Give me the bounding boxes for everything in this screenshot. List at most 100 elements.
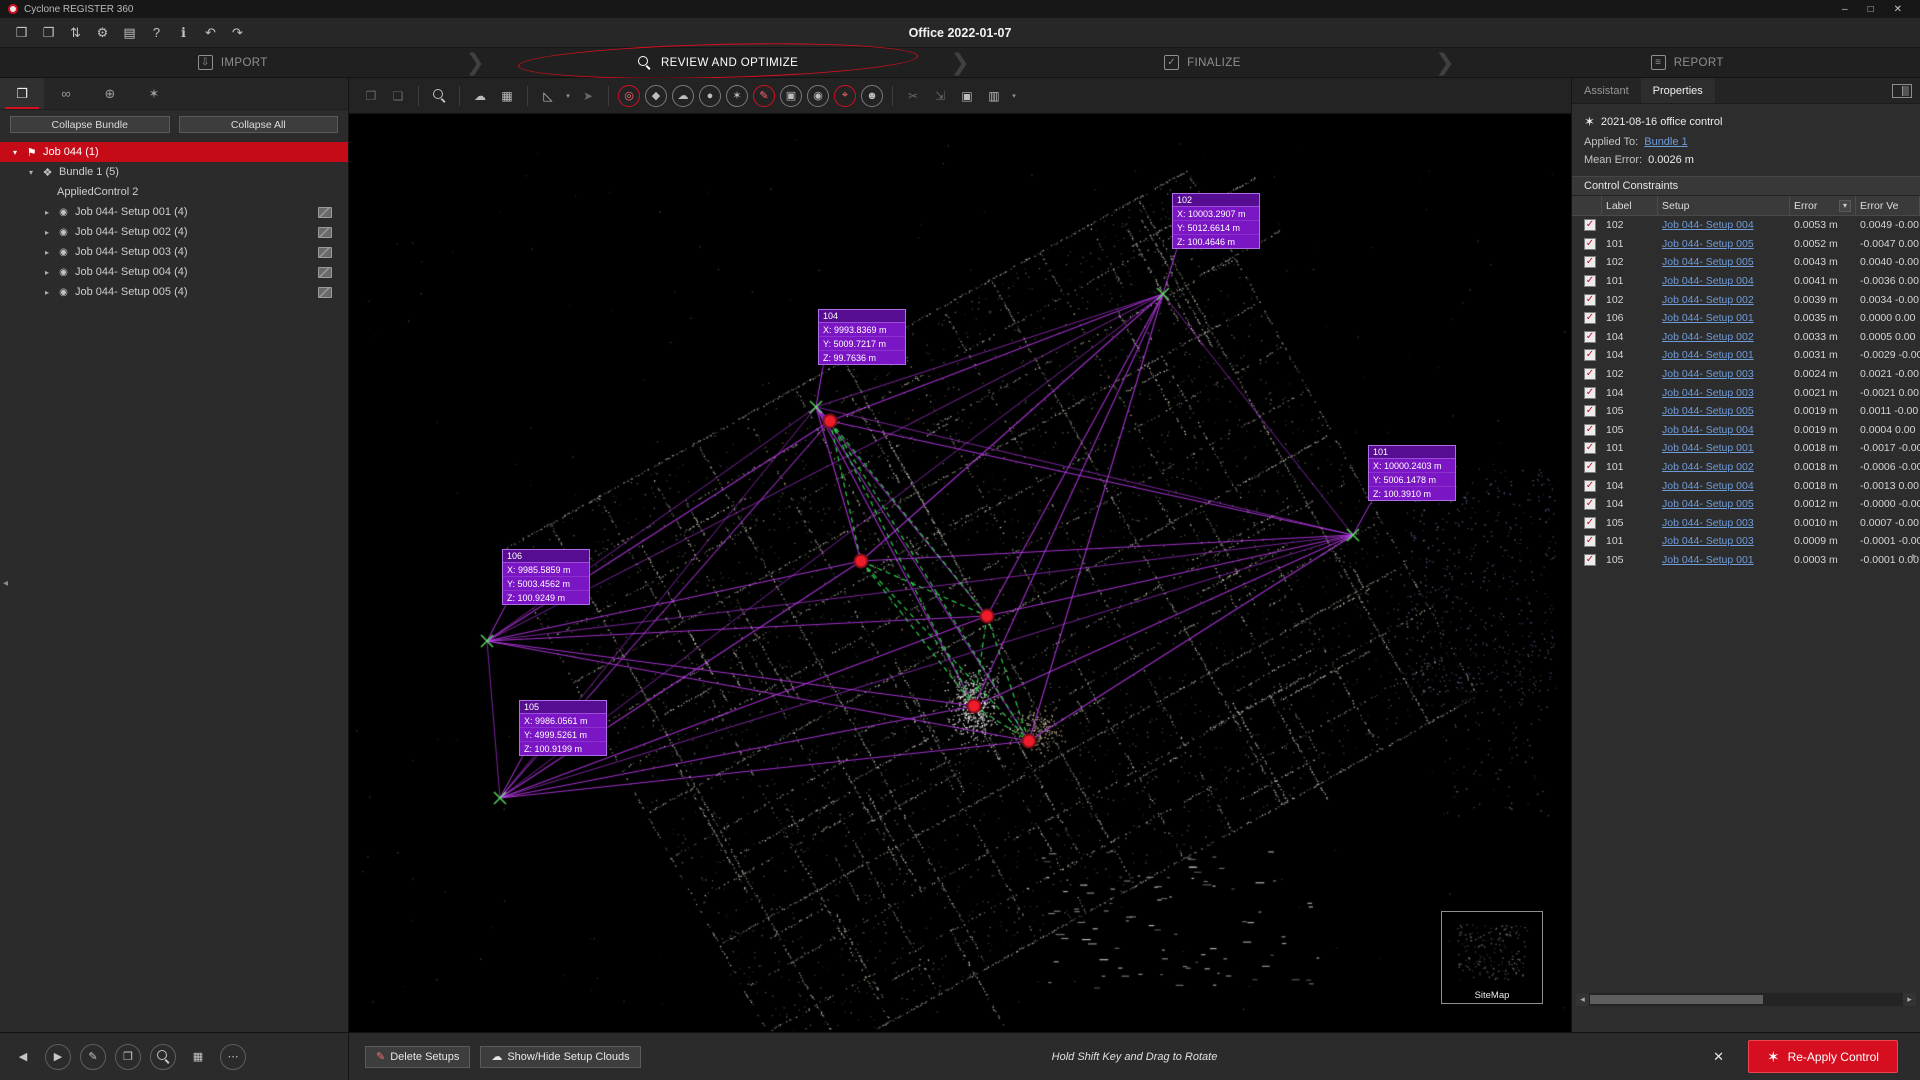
constraint-row[interactable]: ✓104Job 044- Setup 0050.0012 m-0.0000 -0… xyxy=(1572,495,1920,514)
undo-icon[interactable]: ↶ xyxy=(197,25,224,41)
setup-link[interactable]: Job 044- Setup 005 xyxy=(1662,405,1754,417)
column-header-Error[interactable]: Error▾ xyxy=(1790,196,1856,215)
fit-view-icon[interactable]: ⇲ xyxy=(928,84,952,108)
marker-tag-icon[interactable]: ◆ xyxy=(645,85,667,107)
tree-item-job-044-1-[interactable]: ▾⚑Job 044 (1) xyxy=(0,142,348,162)
column-header-Error Ve[interactable]: Error Ve xyxy=(1856,196,1920,215)
constraint-checkbox[interactable]: ✓ xyxy=(1584,461,1596,473)
measure-icon[interactable]: ◺ xyxy=(536,84,560,108)
constraint-row[interactable]: ✓101Job 044- Setup 0030.0009 m-0.0001 -0… xyxy=(1572,532,1920,551)
tree-item-job-044-setup-004-4-[interactable]: ▸◉Job 044- Setup 004 (4) xyxy=(0,262,348,282)
settings-gear-icon[interactable]: ⚙ xyxy=(89,25,116,41)
viewport-3d[interactable]: ❐❏☁▦◺▾➤◎◆☁●✶✎▣◉⌖☻✂⇲▣▥▾ 102X: 10003.2907 … xyxy=(349,78,1571,1032)
setup-link[interactable]: Job 044- Setup 004 xyxy=(1662,219,1754,231)
tree-item-appliedcontrol-2[interactable]: AppliedControl 2 xyxy=(0,182,348,202)
constraint-checkbox[interactable]: ✓ xyxy=(1584,554,1596,566)
play-icon[interactable]: ▶ xyxy=(45,1044,71,1070)
setup-link[interactable]: Job 044- Setup 002 xyxy=(1662,331,1754,343)
constraint-checkbox[interactable]: ✓ xyxy=(1584,387,1596,399)
collapse-all-button[interactable]: Collapse All xyxy=(179,116,339,133)
control-tab[interactable]: ✶ xyxy=(132,78,176,109)
column-header-check[interactable] xyxy=(1572,196,1602,215)
constraint-row[interactable]: ✓102Job 044- Setup 0020.0039 m0.0034 -0.… xyxy=(1572,290,1920,309)
collapse-right-panel-arrow[interactable]: ▸ xyxy=(1912,551,1917,562)
setup-link[interactable]: Job 044- Setup 001 xyxy=(1662,312,1754,324)
setup-link[interactable]: Job 044- Setup 005 xyxy=(1662,238,1754,250)
setup-link[interactable]: Job 044- Setup 004 xyxy=(1662,480,1754,492)
workflow-tab-report[interactable]: ≡REPORT xyxy=(1454,48,1920,77)
marker-cloud-icon[interactable]: ☁ xyxy=(672,85,694,107)
select-cursor-icon[interactable]: ➤ xyxy=(576,84,600,108)
marker-target-icon[interactable]: ◎ xyxy=(618,85,640,107)
transfer-icon[interactable]: ⇅ xyxy=(62,25,89,41)
constraint-checkbox[interactable]: ✓ xyxy=(1584,424,1596,436)
panel-layout-toggle-icon[interactable] xyxy=(1892,84,1912,98)
tree-item-job-044-setup-001-4-[interactable]: ▸◉Job 044- Setup 001 (4) xyxy=(0,202,348,222)
constraint-row[interactable]: ✓105Job 044- Setup 0040.0019 m0.0004 0.0… xyxy=(1572,421,1920,440)
constraint-row[interactable]: ✓105Job 044- Setup 0010.0003 m-0.0001 0.… xyxy=(1572,551,1920,570)
duplicate-icon[interactable]: ❐ xyxy=(115,1044,141,1070)
project-explorer-tab[interactable]: ❐ xyxy=(0,78,44,109)
constraint-checkbox[interactable]: ✓ xyxy=(1584,331,1596,343)
setup-link[interactable]: Job 044- Setup 004 xyxy=(1662,424,1754,436)
window-close-button[interactable]: ✕ xyxy=(1894,4,1902,15)
constraint-row[interactable]: ✓104Job 044- Setup 0040.0018 m-0.0013 0.… xyxy=(1572,476,1920,495)
snapshot-icon[interactable]: ▣ xyxy=(955,84,979,108)
workflow-tab-finalize[interactable]: ✓FINALIZE xyxy=(970,48,1436,77)
expander-icon[interactable]: ▾ xyxy=(26,168,36,177)
constraint-checkbox[interactable]: ✓ xyxy=(1584,480,1596,492)
constraint-checkbox[interactable]: ✓ xyxy=(1584,349,1596,361)
expander-icon[interactable]: ▸ xyxy=(42,268,52,277)
reapply-control-button[interactable]: ✶ Re-Apply Control xyxy=(1748,1040,1898,1073)
sitemap-inset[interactable]: SiteMap xyxy=(1441,911,1543,1004)
cloud-visibility-icon[interactable]: ☁ xyxy=(468,84,492,108)
setup-link[interactable]: Job 044- Setup 002 xyxy=(1662,294,1754,306)
constraint-checkbox[interactable]: ✓ xyxy=(1584,498,1596,510)
constraint-row[interactable]: ✓104Job 044- Setup 0010.0031 m-0.0029 -0… xyxy=(1572,346,1920,365)
marker-person-icon[interactable]: ☻ xyxy=(861,85,883,107)
pointcloud-canvas[interactable] xyxy=(349,78,1571,1032)
marker-geotag-icon[interactable]: ⌖ xyxy=(834,85,856,107)
links-tab[interactable]: ∞ xyxy=(44,78,88,109)
constraint-row[interactable]: ✓102Job 044- Setup 0050.0043 m0.0040 -0.… xyxy=(1572,253,1920,272)
constraint-row[interactable]: ✓105Job 044- Setup 0030.0010 m0.0007 -0.… xyxy=(1572,514,1920,533)
pano-icon[interactable]: ▦ xyxy=(185,1044,211,1070)
panel-tab-assistant[interactable]: Assistant xyxy=(1572,78,1641,103)
storage-icon[interactable]: ▤ xyxy=(116,25,143,41)
marker-annotation-icon[interactable]: ✎ xyxy=(753,85,775,107)
help-icon[interactable]: ? xyxy=(143,25,170,41)
web-geotags-tab[interactable]: ⊕ xyxy=(88,78,132,109)
constraint-checkbox[interactable]: ✓ xyxy=(1584,275,1596,287)
constraint-row[interactable]: ✓105Job 044- Setup 0050.0019 m0.0011 -0.… xyxy=(1572,402,1920,421)
expander-icon[interactable]: ▾ xyxy=(10,148,20,157)
redo-icon[interactable]: ↷ xyxy=(224,25,251,41)
constraint-row[interactable]: ✓101Job 044- Setup 0050.0052 m-0.0047 0.… xyxy=(1572,235,1920,254)
marker-camera-icon[interactable]: ◉ xyxy=(807,85,829,107)
constraint-checkbox[interactable]: ✓ xyxy=(1584,256,1596,268)
expander-icon[interactable]: ▸ xyxy=(42,228,52,237)
search-icon[interactable] xyxy=(150,1044,176,1070)
constraint-checkbox[interactable]: ✓ xyxy=(1584,238,1596,250)
info-icon[interactable]: ℹ xyxy=(170,25,197,41)
constraint-checkbox[interactable]: ✓ xyxy=(1584,442,1596,454)
table-hscrollbar[interactable]: ◂ ▸ xyxy=(1576,993,1916,1006)
constraint-checkbox[interactable]: ✓ xyxy=(1584,312,1596,324)
sort-caret-icon[interactable]: ▾ xyxy=(1839,200,1851,212)
constraint-row[interactable]: ✓104Job 044- Setup 0030.0021 m-0.0021 0.… xyxy=(1572,383,1920,402)
panels-dropdown-caret[interactable]: ▾ xyxy=(1009,84,1019,108)
show-hide-clouds-button[interactable]: ☁ Show/Hide Setup Clouds xyxy=(480,1046,640,1068)
marker-control-icon[interactable]: ✶ xyxy=(726,85,748,107)
back-icon[interactable]: ◀ xyxy=(10,1044,36,1070)
tree-item-bundle-1-5-[interactable]: ▾❖Bundle 1 (5) xyxy=(0,162,348,182)
workflow-tab-import[interactable]: ⇩IMPORT xyxy=(0,48,466,77)
constraint-row[interactable]: ✓101Job 044- Setup 0020.0018 m-0.0006 -0… xyxy=(1572,458,1920,477)
constraint-checkbox[interactable]: ✓ xyxy=(1584,294,1596,306)
measure-dropdown-caret[interactable]: ▾ xyxy=(563,84,573,108)
copy-icon[interactable]: ❏ xyxy=(386,84,410,108)
scroll-thumb[interactable] xyxy=(1590,995,1763,1004)
cut-icon[interactable]: ✂ xyxy=(901,84,925,108)
close-control-bar-button[interactable]: ✕ xyxy=(1713,1049,1724,1065)
expander-icon[interactable]: ▸ xyxy=(42,248,52,257)
archive-icon[interactable]: ❐ xyxy=(35,25,62,41)
expander-icon[interactable]: ▸ xyxy=(42,208,52,217)
